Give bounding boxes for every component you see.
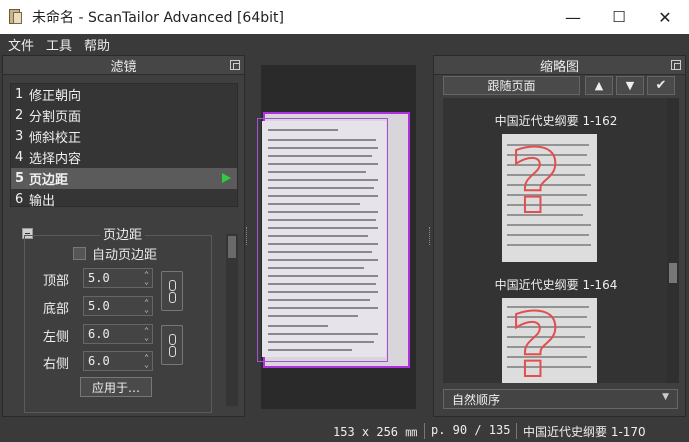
stage-label: 页边距 bbox=[29, 173, 69, 188]
left-label: 左侧 bbox=[43, 330, 70, 345]
stage-margins[interactable]: 5 页边距 bbox=[11, 168, 237, 189]
stage-label: 分割页面 bbox=[29, 110, 82, 125]
status-bar: 153 x 256 ㎜ p. 90 / 135 中国近代史纲要 1-170 bbox=[0, 420, 689, 442]
stage-split-pages[interactable]: 2 分割页面 bbox=[11, 105, 237, 126]
stage-list: 1 修正朝向 2 分割页面 3 倾斜校正 4 选择内容 5 页边距 6 输出 bbox=[10, 83, 238, 210]
menu-bar: 文件 工具 帮助 bbox=[0, 34, 689, 54]
page-dimensions: 153 x 256 ㎜ bbox=[333, 425, 418, 439]
sort-order-value: 自然顺序 bbox=[452, 392, 501, 407]
link-left-right-button[interactable] bbox=[161, 325, 183, 365]
missing-output-icon: ? bbox=[509, 134, 562, 233]
title-bar: 未命名 - ScanTailor Advanced [64bit] — ☐ ✕ bbox=[0, 0, 689, 34]
spin-arrows-icon[interactable]: ⌃ ⌄ bbox=[144, 299, 149, 314]
link-top-bottom-button[interactable] bbox=[161, 271, 183, 311]
filters-title: 滤镜 bbox=[110, 59, 137, 75]
options-scrollbar[interactable] bbox=[226, 234, 238, 406]
scrollbar-thumb[interactable] bbox=[228, 236, 236, 258]
stage-number: 4 bbox=[15, 150, 24, 165]
stage-number: 2 bbox=[15, 108, 24, 123]
menu-tools[interactable]: 工具 bbox=[46, 35, 72, 54]
confirm-button[interactable]: ✔ bbox=[647, 76, 675, 95]
filters-panel: 滤镜 1 修正朝向 2 分割页面 3 倾斜校正 4 选择内容 5 页边距 6 输… bbox=[2, 55, 245, 417]
thumbnail-image[interactable]: ? bbox=[502, 298, 597, 383]
scrollbar-thumb[interactable] bbox=[669, 263, 677, 283]
stage-fix-orientation[interactable]: 1 修正朝向 bbox=[11, 84, 237, 105]
right-margin-spinbox[interactable]: 6.0 ⌃ ⌄ bbox=[83, 351, 153, 371]
undock-icon[interactable] bbox=[671, 60, 681, 70]
follow-page-button[interactable]: 跟随页面 bbox=[443, 76, 580, 95]
thumbnail-image[interactable]: ? bbox=[502, 134, 597, 262]
prev-page-button[interactable]: ▲ bbox=[585, 76, 613, 95]
spin-arrows-icon[interactable]: ⌃ ⌄ bbox=[144, 327, 149, 342]
app-icon bbox=[8, 8, 24, 26]
spin-arrows-icon[interactable]: ⌃ ⌄ bbox=[144, 271, 149, 286]
thumbnail-label: 中国近代史纲要 1-162 bbox=[494, 114, 618, 128]
thumbnail-list[interactable]: 中国近代史纲要 1-162 ? 中国近代史纲要 1-164 ? bbox=[443, 98, 669, 383]
thumbnails-panel: 缩略图 跟随页面 ▲ ▼ ✔ 中国近代史纲要 1-162 ? 中国近代史纲要 1… bbox=[433, 55, 686, 417]
page-view bbox=[246, 55, 432, 417]
top-margin-spinbox[interactable]: 5.0 ⌃ ⌄ bbox=[83, 268, 153, 288]
left-margin-value: 6.0 bbox=[88, 327, 110, 341]
missing-output-icon: ? bbox=[509, 298, 562, 384]
menu-file[interactable]: 文件 bbox=[8, 35, 34, 54]
bottom-label: 底部 bbox=[43, 302, 70, 317]
chevron-down-icon: ▼ bbox=[662, 392, 669, 402]
right-label: 右侧 bbox=[43, 357, 70, 372]
bottom-margin-spinbox[interactable]: 5.0 ⌃ ⌄ bbox=[83, 296, 153, 316]
page-counter: p. 90 / 135 bbox=[431, 423, 511, 437]
sort-order-dropdown[interactable]: 自然顺序 ▼ bbox=[443, 389, 678, 409]
menu-help[interactable]: 帮助 bbox=[84, 35, 110, 54]
chain-link-icon bbox=[168, 280, 176, 303]
stage-number: 1 bbox=[15, 87, 24, 102]
apply-to-button[interactable]: 应用于… bbox=[80, 377, 152, 397]
minimize-button[interactable]: — bbox=[550, 0, 596, 34]
stage-number: 6 bbox=[15, 192, 24, 207]
run-stage-icon[interactable] bbox=[222, 173, 231, 183]
right-splitter-handle[interactable] bbox=[429, 227, 432, 245]
thumbnails-header: 缩略图 bbox=[434, 56, 685, 75]
stage-number: 3 bbox=[15, 129, 24, 144]
maximize-button[interactable]: ☐ bbox=[596, 0, 642, 34]
top-label: 顶部 bbox=[43, 274, 70, 289]
thumbnails-title: 缩略图 bbox=[539, 59, 579, 75]
stage-label: 倾斜校正 bbox=[29, 131, 82, 146]
close-button[interactable]: ✕ bbox=[642, 0, 688, 34]
current-file-name: 中国近代史纲要 1-170 bbox=[523, 425, 646, 439]
thumbnail-label: 中国近代史纲要 1-164 bbox=[494, 278, 618, 292]
margins-group-title: 页边距 bbox=[100, 224, 146, 243]
next-page-button[interactable]: ▼ bbox=[616, 76, 644, 95]
stage-number: 5 bbox=[15, 171, 25, 186]
auto-margins-label: 自动页边距 bbox=[92, 248, 158, 263]
filters-header: 滤镜 bbox=[3, 56, 244, 75]
chain-link-icon bbox=[168, 334, 176, 357]
stage-select-content[interactable]: 4 选择内容 bbox=[11, 147, 237, 168]
thumbnails-scrollbar[interactable] bbox=[667, 98, 679, 383]
stage-label: 选择内容 bbox=[29, 152, 82, 167]
stage-label: 输出 bbox=[29, 194, 56, 209]
margins-options: 页边距 自动页边距 顶部 5.0 ⌃ ⌄ 底部 5.0 ⌃ ⌄ 左侧 6.0 ⌃ ⌄ … bbox=[10, 212, 238, 413]
left-margin-spinbox[interactable]: 6.0 ⌃ ⌄ bbox=[83, 324, 153, 344]
window-title: 未命名 - ScanTailor Advanced [64bit] bbox=[32, 10, 284, 26]
checkbox-box[interactable] bbox=[73, 247, 86, 260]
stage-label: 修正朝向 bbox=[29, 89, 82, 104]
spin-arrows-icon[interactable]: ⌃ ⌄ bbox=[144, 354, 149, 369]
stage-deskew[interactable]: 3 倾斜校正 bbox=[11, 126, 237, 147]
right-margin-value: 6.0 bbox=[88, 354, 110, 368]
stage-output[interactable]: 6 输出 bbox=[11, 189, 237, 210]
content-boundary[interactable] bbox=[257, 118, 388, 362]
left-splitter-handle[interactable] bbox=[246, 227, 249, 245]
top-margin-value: 5.0 bbox=[88, 271, 110, 285]
auto-margins-checkbox[interactable]: 自动页边距 bbox=[73, 244, 157, 263]
bottom-margin-value: 5.0 bbox=[88, 299, 110, 313]
undock-icon[interactable] bbox=[230, 60, 240, 70]
